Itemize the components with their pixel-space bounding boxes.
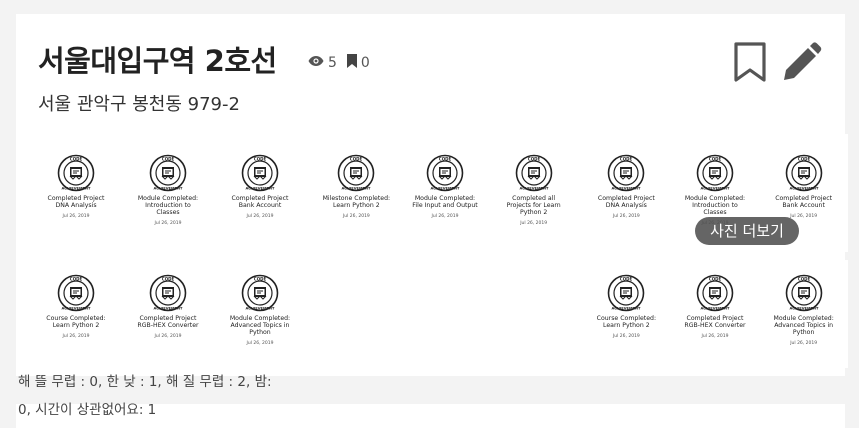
certificate-title: Completed Project RGB-HEX Converter [137, 315, 199, 329]
bookmark-outline-icon [734, 42, 766, 82]
svg-text:ACHIEVEMENT: ACHIEVEMENT [154, 187, 183, 191]
certificate-image: CODE ACHIEVEMENT Completed Project Bank A… [215, 154, 305, 219]
certificate-image: CODE ACHIEVEMENT Completed Project DNA An… [31, 154, 121, 219]
svg-text:ACHIEVEMENT: ACHIEVEMENT [701, 187, 730, 191]
svg-text:ACHIEVEMENT: ACHIEVEMENT [701, 307, 730, 311]
svg-text:ACHIEVEMENT: ACHIEVEMENT [342, 187, 371, 191]
svg-text:CODE: CODE [162, 276, 175, 281]
svg-text:ACHIEVEMENT: ACHIEVEMENT [612, 187, 641, 191]
certificate-image: CODE ACHIEVEMENT Completed Project DNA An… [581, 154, 671, 219]
svg-text:CODE: CODE [709, 156, 722, 161]
certificate-title: Module Completed: Introduction to Classes [137, 195, 199, 216]
certificate-image: CODE ACHIEVEMENT Course Completed: Learn … [31, 274, 121, 339]
bookmark-icon [346, 54, 357, 72]
svg-text:ACHIEVEMENT: ACHIEVEMENT [789, 187, 818, 191]
certificate-image: CODE ACHIEVEMENT Module Completed: Introd… [670, 154, 760, 226]
certificate-title: Completed Project Bank Account [231, 195, 289, 209]
certificate-date: Jul 26, 2019 [246, 214, 274, 219]
place-card: 서울대입구역 2호선 5 0 서울 관악구 봉천동 979-2 CODE ACH… [16, 14, 848, 376]
pencil-icon [784, 42, 822, 80]
certificate-image: CODE ACHIEVEMENT Completed all Projects f… [489, 154, 579, 226]
svg-text:ACHIEVEMENT: ACHIEVEMENT [519, 187, 548, 191]
svg-text:ACHIEVEMENT: ACHIEVEMENT [62, 307, 91, 311]
svg-text:ACHIEVEMENT: ACHIEVEMENT [431, 187, 460, 191]
certificate-image: CODE ACHIEVEMENT Completed Project Bank A… [759, 154, 849, 219]
certificate-date: Jul 26, 2019 [246, 341, 274, 346]
svg-text:CODE: CODE [797, 276, 810, 281]
svg-text:CODE: CODE [439, 156, 452, 161]
certificate-date: Jul 26, 2019 [612, 334, 640, 339]
svg-text:CODE: CODE [527, 156, 540, 161]
certificate-title: Course Completed: Learn Python 2 [46, 315, 106, 329]
certificate-title: Module Completed: Advanced Topics in Pytho… [229, 315, 291, 336]
certificate-image: CODE ACHIEVEMENT Module Completed: File I… [400, 154, 490, 219]
more-photos-button[interactable]: 사진 더보기 [695, 217, 799, 245]
svg-text:ACHIEVEMENT: ACHIEVEMENT [612, 307, 641, 311]
certificate-image: CODE ACHIEVEMENT Module Completed: Advanc… [759, 274, 849, 346]
certificate-date: Jul 26, 2019 [431, 214, 459, 219]
certificate-date: Jul 26, 2019 [790, 341, 818, 346]
certificate-image: CODE ACHIEVEMENT Completed Project RGB-HE… [123, 274, 213, 339]
photo-thumbnail[interactable]: CODE ACHIEVEMENT Milestone Completed: Lea… [312, 134, 578, 252]
certificate-date: Jul 26, 2019 [62, 334, 90, 339]
certificate-image: CODE ACHIEVEMENT Module Completed: Introd… [123, 154, 213, 226]
svg-text:ACHIEVEMENT: ACHIEVEMENT [789, 307, 818, 311]
certificate-title: Completed Project DNA Analysis [47, 195, 105, 209]
svg-text:CODE: CODE [254, 156, 267, 161]
certificate-title: Milestone Completed: Learn Python 2 [322, 195, 391, 209]
certificate-date: Jul 26, 2019 [701, 334, 729, 339]
place-title: 서울대입구역 2호선 [38, 44, 277, 78]
svg-text:CODE: CODE [254, 276, 267, 281]
certificate-title: Module Completed: Advanced Topics in Pytho… [773, 315, 834, 336]
operating-times: 해 뜰 무렵 : 0, 한 낮 : 1, 해 질 무렵 : 2, 밤: 0, 시… [18, 374, 272, 418]
svg-text:ACHIEVEMENT: ACHIEVEMENT [246, 187, 275, 191]
eye-icon [308, 55, 324, 71]
photo-thumbnail[interactable]: CODE ACHIEVEMENT Completed Project DNA An… [30, 134, 306, 252]
certificate-title: Completed Project Bank Account [775, 195, 833, 209]
certificate-title: Completed Project RGB-HEX Converter [684, 315, 746, 329]
view-count: 5 [328, 55, 337, 71]
svg-text:CODE: CODE [162, 156, 175, 161]
certificate-date: Jul 26, 2019 [612, 214, 640, 219]
bookmark-count: 0 [360, 55, 370, 71]
photo-thumbnail[interactable]: CODE ACHIEVEMENT Course Completed: Learn … [30, 260, 306, 368]
svg-text:CODE: CODE [620, 276, 633, 281]
certificate-image: CODE ACHIEVEMENT Completed Project RGB-HE… [670, 274, 760, 339]
certificate-date: Jul 26, 2019 [342, 214, 370, 219]
certificate-title: Module Completed: File Input and Output [412, 195, 478, 209]
svg-text:ACHIEVEMENT: ACHIEVEMENT [62, 187, 91, 191]
certificate-date: Jul 26, 2019 [154, 221, 182, 226]
svg-text:CODE: CODE [797, 156, 810, 161]
certificate-title: Course Completed: Learn Python 2 [596, 315, 657, 329]
place-stats: 5 0 [308, 54, 370, 72]
photo-thumbnail[interactable]: CODE ACHIEVEMENT Course Completed: Learn … [582, 260, 848, 368]
edit-button[interactable] [782, 42, 822, 82]
certificate-title: Module Completed: Introduction to Classes [684, 195, 746, 216]
svg-text:CODE: CODE [620, 156, 633, 161]
certificate-date: Jul 26, 2019 [154, 334, 182, 339]
svg-text:CODE: CODE [350, 156, 363, 161]
certificate-title: Completed Project DNA Analysis [597, 195, 655, 209]
svg-text:ACHIEVEMENT: ACHIEVEMENT [246, 307, 275, 311]
certificate-title: Completed all Projects for Learn Python 2 [506, 195, 561, 216]
svg-text:ACHIEVEMENT: ACHIEVEMENT [154, 307, 183, 311]
certificate-date: Jul 26, 2019 [62, 214, 90, 219]
bookmark-button[interactable] [733, 42, 767, 82]
svg-text:CODE: CODE [70, 276, 83, 281]
certificate-date: Jul 26, 2019 [520, 221, 548, 226]
certificate-image: CODE ACHIEVEMENT Module Completed: Advanc… [215, 274, 305, 346]
svg-text:CODE: CODE [70, 156, 83, 161]
certificate-image: CODE ACHIEVEMENT Course Completed: Learn … [581, 274, 671, 339]
certificate-image: CODE ACHIEVEMENT Milestone Completed: Lea… [311, 154, 401, 219]
svg-text:CODE: CODE [709, 276, 722, 281]
place-address: 서울 관악구 봉천동 979-2 [38, 94, 240, 115]
